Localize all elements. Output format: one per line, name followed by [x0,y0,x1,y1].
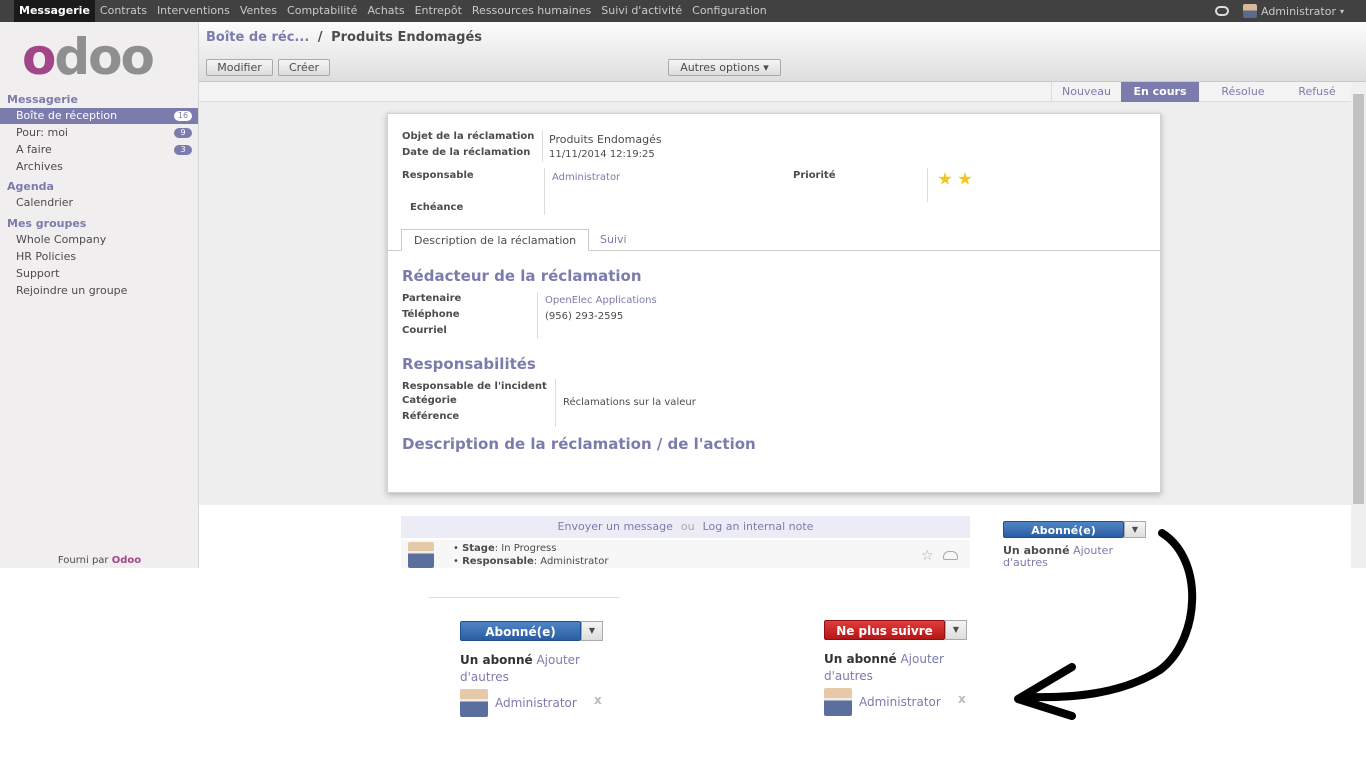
curved-arrow-icon [1014,529,1197,720]
